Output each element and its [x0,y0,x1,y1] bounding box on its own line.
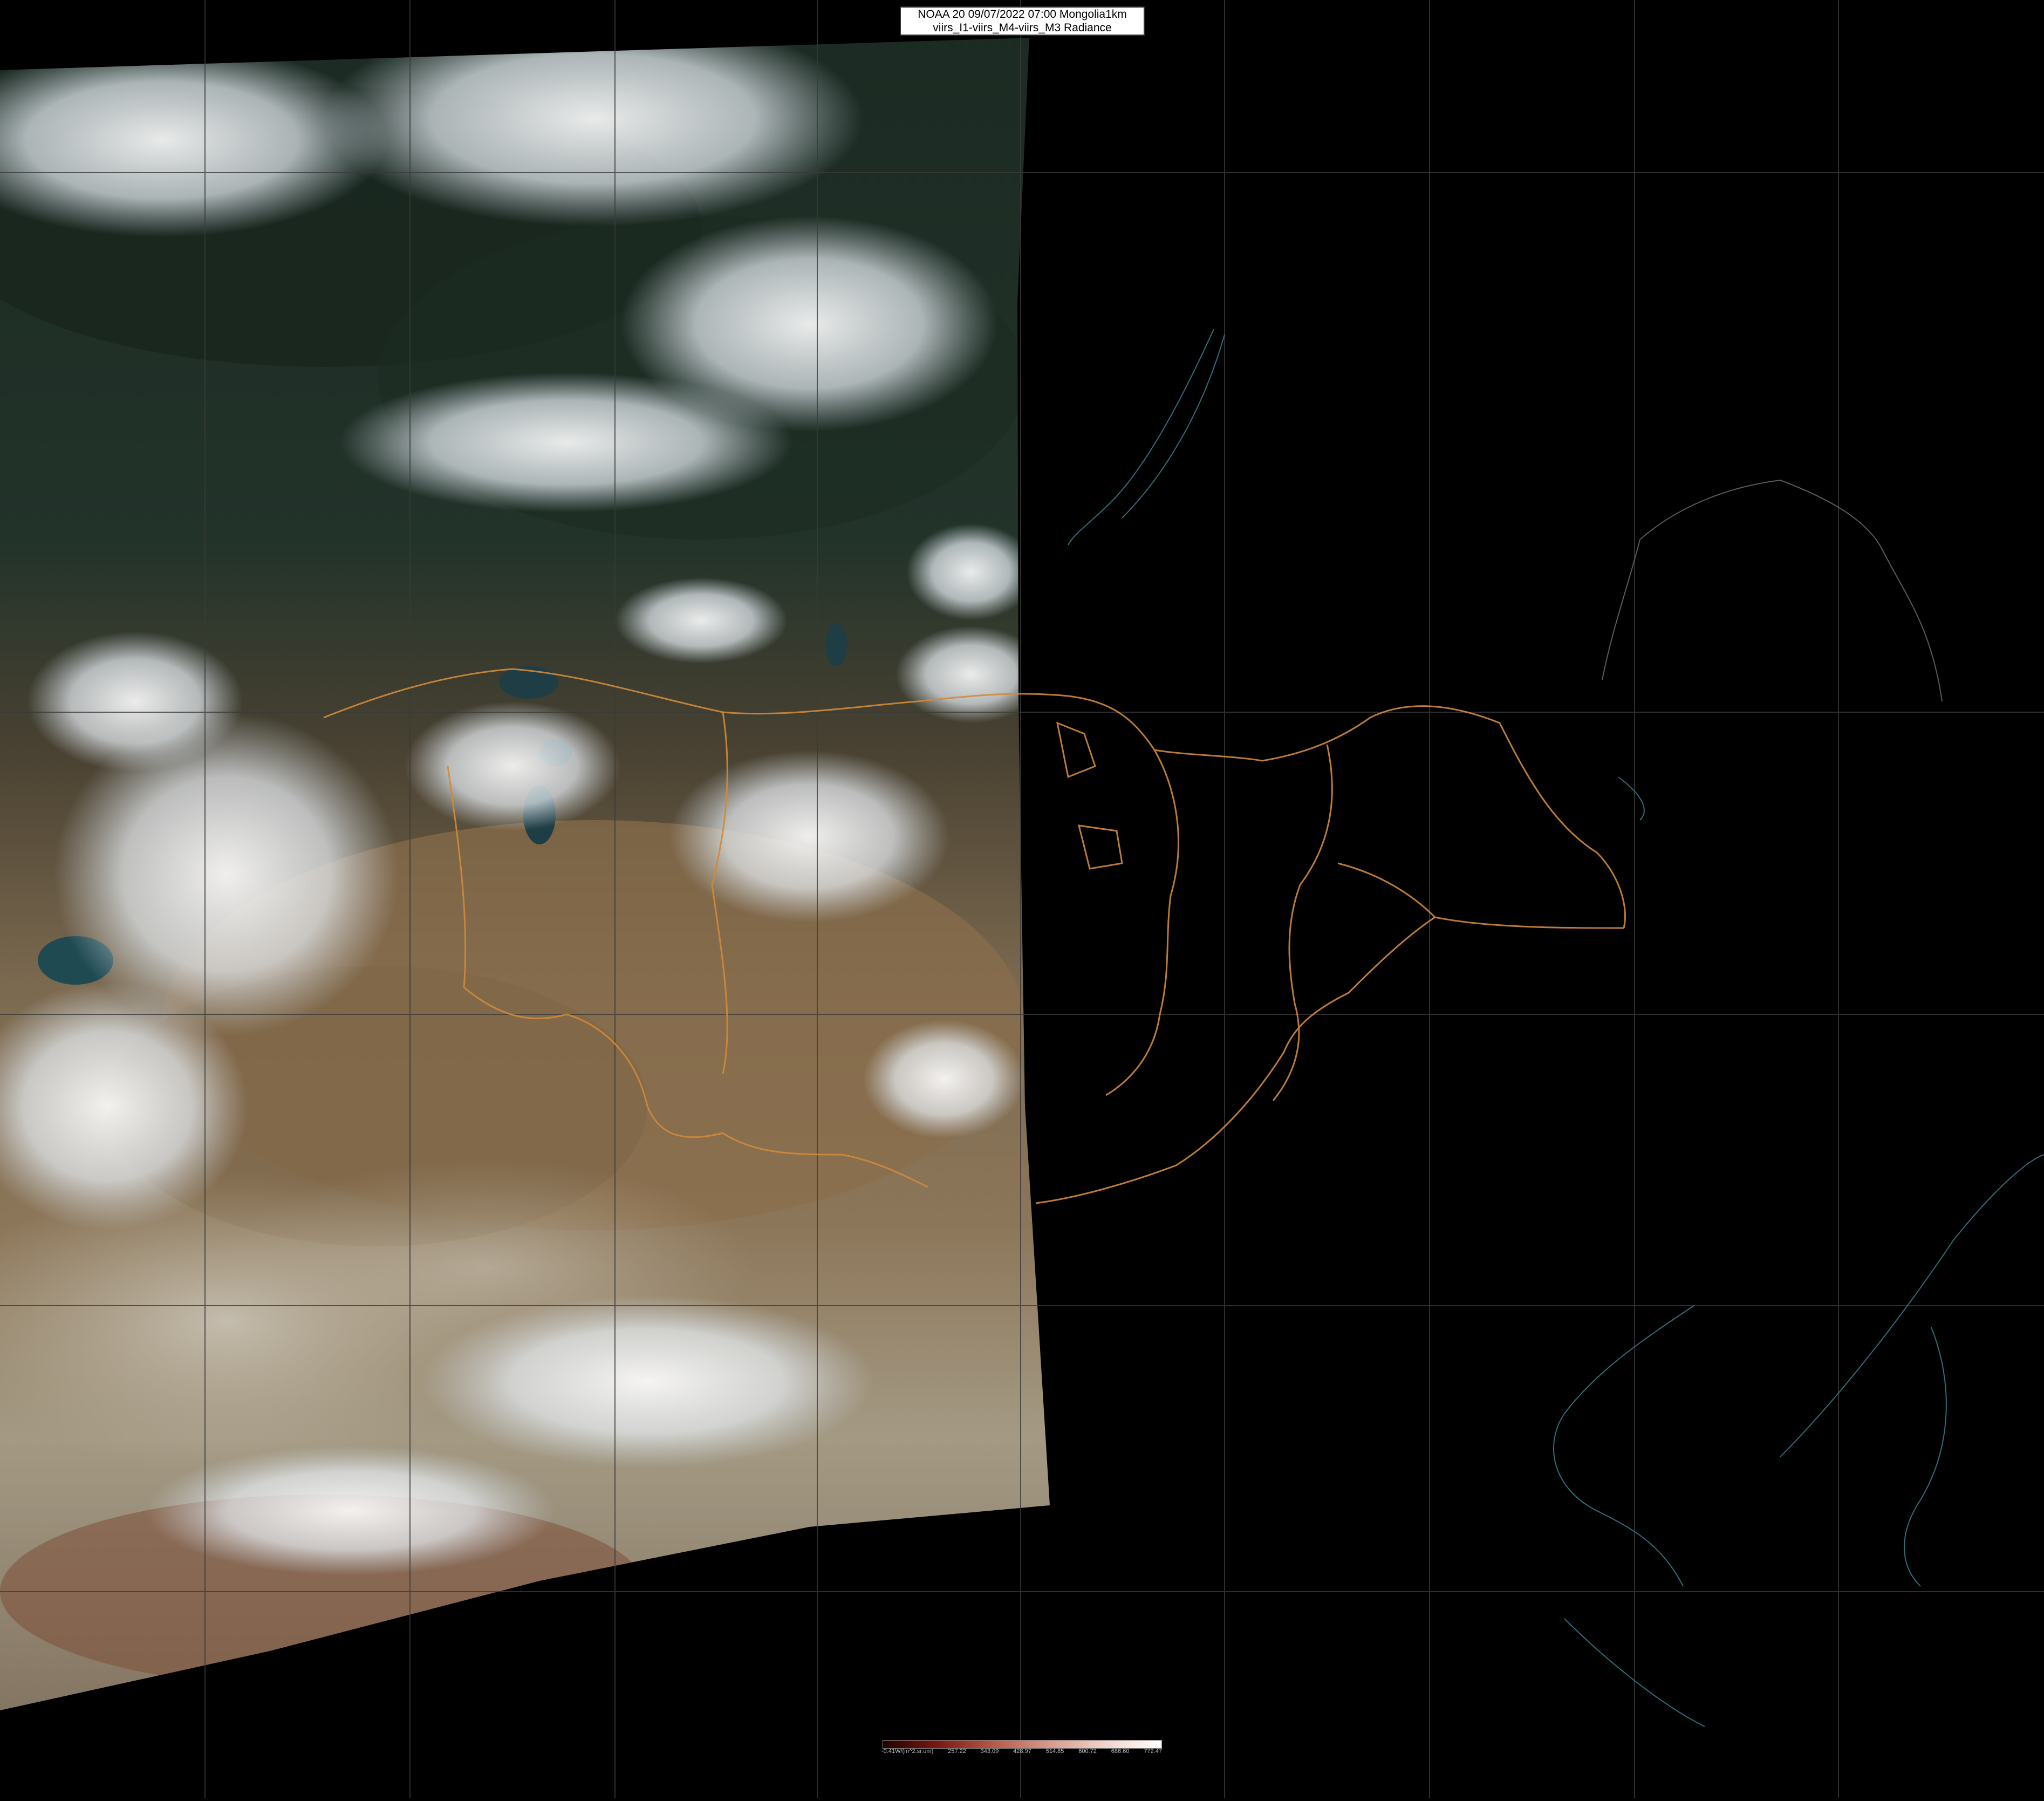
legend-unit-label: -0.41W/(m^2.sr.um) [881,1748,934,1755]
radiance-color-legend: -0.41W/(m^2.sr.um) 257.22 343.09 428.97 … [881,1740,1162,1757]
legend-tick: 257.22 [948,1748,966,1755]
legend-color-bar [883,1740,1162,1749]
title-line-2: viirs_I1-viirs_M4-viirs_M3 Radiance [933,22,1112,34]
legend-tick: 514.85 [1045,1748,1064,1755]
legend-tick: 686.60 [1111,1748,1130,1755]
radiance-composite-map [0,0,2044,1798]
satellite-image: NOAA 20 09/07/2022 07:00 Mongolia1km vii… [0,0,2044,1798]
legend-tick: 428.97 [1013,1748,1031,1755]
imagery-swath [0,38,1050,1710]
legend-tick-labels: -0.41W/(m^2.sr.um) 257.22 343.09 428.97 … [881,1748,1162,1757]
legend-tick: 600.72 [1078,1748,1097,1755]
legend-tick: 343.09 [980,1748,999,1755]
image-title: NOAA 20 09/07/2022 07:00 Mongolia1km vii… [900,6,1145,36]
legend-tick: 772.47 [1144,1748,1162,1755]
northeast-border [1602,479,1943,702]
coastline-outlines [1068,329,2044,1727]
title-line-1: NOAA 20 09/07/2022 07:00 Mongolia1km [918,8,1127,21]
